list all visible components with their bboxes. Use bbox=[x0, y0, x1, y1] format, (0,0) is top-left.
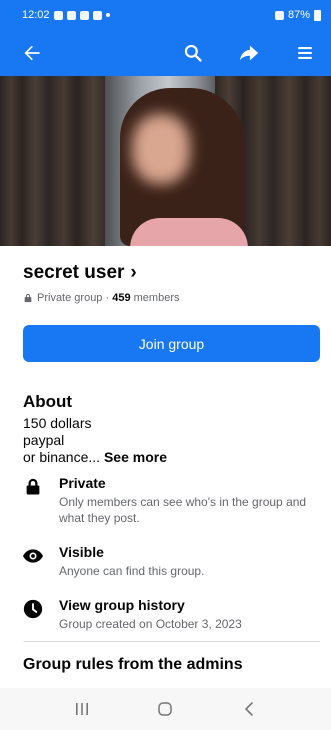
group-name: secret user bbox=[23, 262, 125, 283]
group-rules-heading: Group rules from the admins bbox=[23, 656, 243, 673]
chevron-left-icon bbox=[245, 702, 253, 716]
app-header: 12:02 87% bbox=[0, 0, 331, 76]
clock-icon bbox=[23, 599, 43, 619]
app-notification-icon bbox=[79, 10, 89, 20]
home-button[interactable] bbox=[150, 694, 180, 724]
info-visible: Visible Anyone can find this group. bbox=[23, 544, 323, 579]
share-button[interactable] bbox=[237, 41, 261, 65]
nav-actions bbox=[181, 41, 317, 65]
navigation-bar bbox=[0, 30, 331, 76]
status-right: 87% bbox=[274, 9, 321, 21]
eye-icon bbox=[23, 546, 43, 566]
menu-button[interactable] bbox=[293, 41, 317, 65]
arrow-left-icon bbox=[24, 45, 40, 61]
group-cover-photo[interactable] bbox=[0, 76, 331, 246]
recent-apps-button[interactable] bbox=[67, 694, 97, 724]
recent-apps-icon bbox=[75, 703, 88, 715]
member-count: 459 bbox=[112, 292, 131, 304]
view-group-history-title: View group history bbox=[59, 597, 185, 613]
section-divider bbox=[23, 641, 320, 642]
back-button[interactable] bbox=[20, 41, 44, 65]
share-icon bbox=[239, 45, 259, 61]
group-created-text: Group created on October 3, 2023 bbox=[59, 617, 242, 631]
cover-blurred-face bbox=[132, 114, 190, 184]
lock-small-icon bbox=[24, 293, 32, 303]
gallery-icon bbox=[92, 10, 102, 20]
signal-icon bbox=[274, 10, 284, 20]
group-meta: Private group · 459 members bbox=[23, 292, 179, 304]
group-privacy: Private group · 459 members bbox=[37, 292, 180, 304]
more-notifications-icon bbox=[105, 13, 110, 17]
status-bar: 12:02 87% bbox=[0, 0, 331, 30]
system-back-button[interactable] bbox=[234, 694, 264, 724]
info-private-text: Only members can see who's in the group … bbox=[59, 495, 307, 525]
home-icon bbox=[158, 702, 173, 716]
battery-icon bbox=[314, 9, 321, 21]
notification-icon bbox=[53, 10, 63, 20]
system-navigation-bar bbox=[0, 688, 331, 730]
info-private-title: Private bbox=[59, 475, 106, 491]
cover-shirt bbox=[130, 218, 248, 246]
status-time: 12:02 bbox=[22, 9, 50, 21]
group-name-link[interactable]: secret user › bbox=[23, 262, 137, 284]
search-button[interactable] bbox=[181, 41, 205, 65]
see-more-link[interactable]: See more bbox=[104, 449, 167, 465]
about-heading: About bbox=[23, 392, 73, 411]
messenger-icon bbox=[66, 10, 76, 20]
status-left: 12:02 bbox=[22, 9, 110, 21]
view-group-history[interactable]: View group history Group created on Octo… bbox=[23, 597, 323, 632]
info-private: Private Only members can see who's in th… bbox=[23, 475, 323, 526]
battery-level: 87% bbox=[287, 9, 310, 21]
chevron-right-icon: › bbox=[130, 262, 137, 283]
info-visible-title: Visible bbox=[59, 544, 104, 560]
join-group-button[interactable]: Join group bbox=[23, 325, 320, 362]
search-icon bbox=[184, 44, 202, 62]
menu-icon bbox=[298, 47, 312, 59]
info-visible-text: Anyone can find this group. bbox=[59, 564, 205, 578]
cover-person bbox=[120, 88, 248, 246]
cover-curtain-left bbox=[0, 76, 110, 246]
lock-icon bbox=[23, 477, 43, 497]
about-description: 150 dollars paypal or binance... See mor… bbox=[23, 415, 167, 465]
